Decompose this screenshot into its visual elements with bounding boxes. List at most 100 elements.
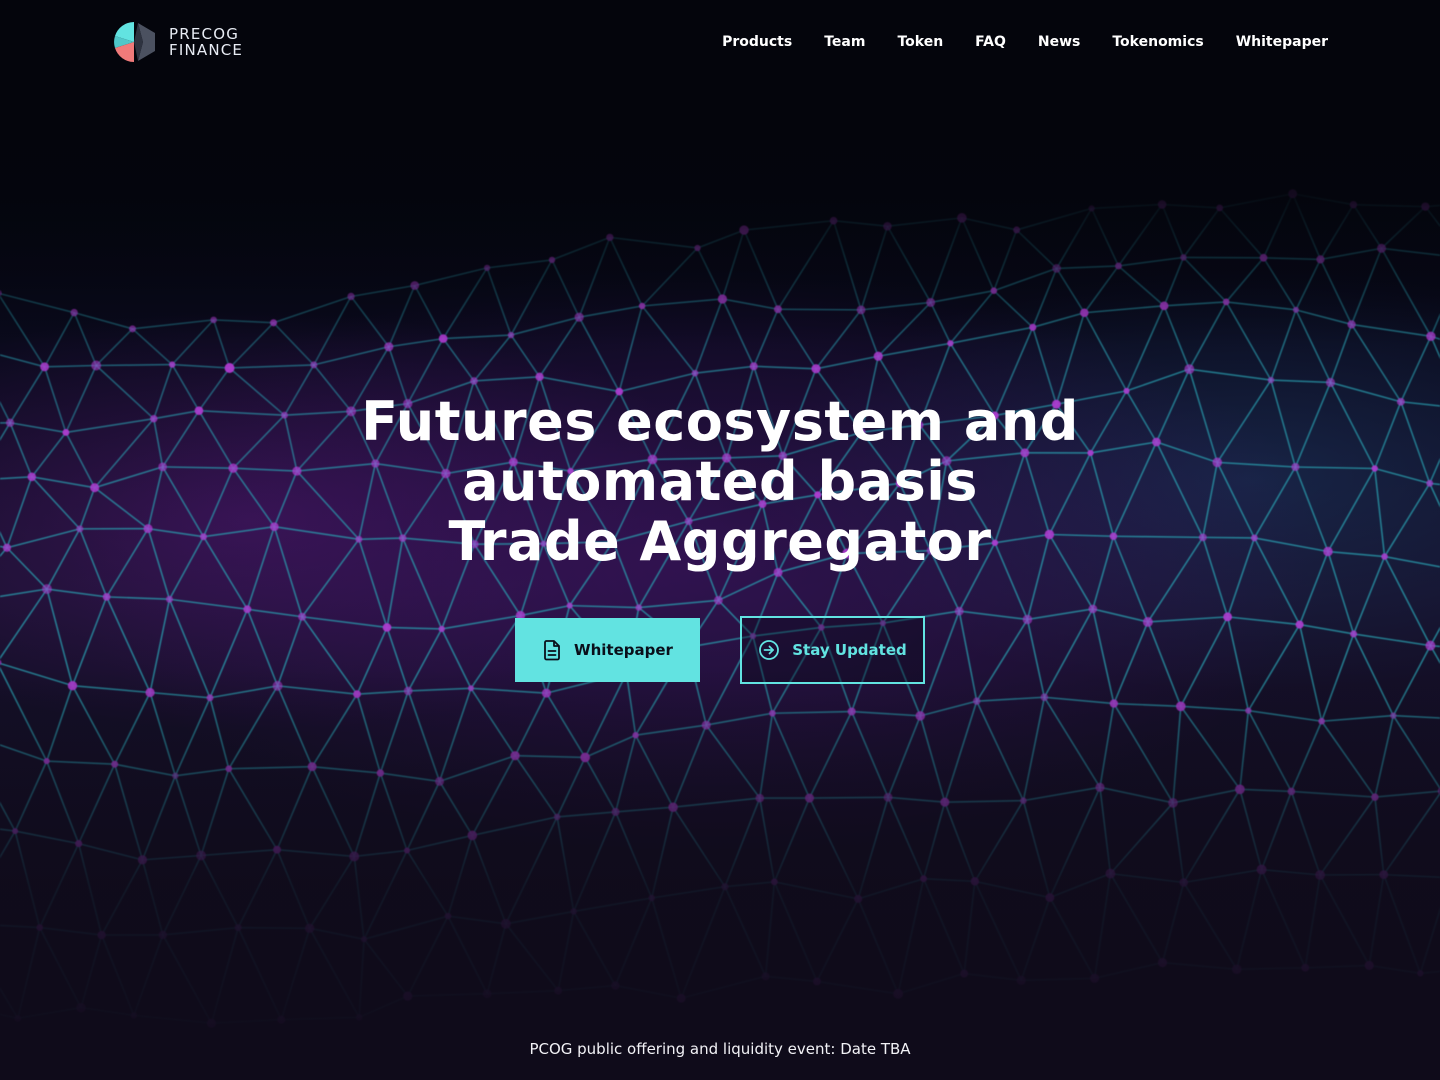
mesh-edge [569,604,639,609]
mesh-edge [1290,720,1323,792]
mesh-edge [379,772,408,851]
mesh-edge [887,217,962,227]
mesh-edge [272,322,315,366]
mesh-edge [1419,906,1440,974]
mesh-node [606,233,614,242]
nav-item-tokenomics: Tokenomics [1112,30,1203,54]
mesh-node [145,687,155,698]
mesh-edge [551,259,580,318]
nav-link-team[interactable]: Team [824,34,865,50]
mesh-edge [486,267,512,336]
mesh-node [1267,376,1275,384]
mesh-edge [1117,265,1165,307]
mesh-node [1231,964,1242,975]
document-icon [544,640,560,661]
mesh-edge [897,972,965,995]
mesh-edge [816,898,859,982]
mesh-node [1235,784,1245,795]
mesh-edge [815,355,879,370]
mesh-edge [313,345,389,366]
mesh-edge [1350,248,1383,325]
nav-link-whitepaper[interactable]: Whitepaper [1236,34,1328,50]
mesh-edge [1113,702,1181,708]
mesh-edge [1083,312,1128,392]
mesh-edge [520,604,570,617]
mesh-edge [1329,324,1353,383]
mesh-node [304,923,315,933]
mesh-edge [1374,790,1440,798]
mesh-node [1179,878,1189,887]
mesh-node [438,334,448,343]
mesh-edge [71,685,116,765]
mesh-node [410,281,420,290]
mesh-edge [1189,368,1272,381]
mesh-node [14,1014,22,1022]
whitepaper-button[interactable]: Whitepaper [515,618,700,682]
mesh-edge [721,229,745,300]
mesh-node [1040,693,1049,702]
mesh-node [749,362,758,371]
mesh-edge [407,992,488,997]
mesh-edge [210,927,239,1024]
mesh-edge [638,599,719,609]
nav-link-products[interactable]: Products [722,34,792,50]
mesh-node [1325,377,1336,388]
mesh-edge [14,760,48,832]
mesh-edge [1393,714,1440,719]
mesh-edge [142,854,202,861]
mesh-node [883,221,892,231]
mesh-node [206,694,214,702]
mesh-node [76,1002,86,1013]
mesh-edge [615,806,674,813]
mesh-edge [175,767,229,777]
mesh-node [1417,970,1424,977]
mesh-edge [200,768,230,856]
mesh-edge [1319,259,1353,325]
mesh-edge [174,697,211,777]
mesh-edge [777,308,862,311]
mesh-edge [887,715,922,798]
nav-link-token[interactable]: Token [897,34,943,50]
mesh-edge [860,301,931,311]
mesh-node [1159,301,1169,311]
mesh-node [739,225,749,235]
mesh-edge [388,337,444,348]
mesh-edge [308,927,360,1018]
whitepaper-button-label: Whitepaper [574,641,673,659]
mesh-node [483,264,491,272]
mesh-edge [311,693,358,768]
mesh-edge [573,897,652,913]
mesh-edge [1353,203,1426,208]
mesh-edge [618,305,643,392]
mesh-edge [510,334,541,378]
mesh-edge [724,881,775,888]
mesh-edge [0,1013,18,1020]
mesh-node [510,751,520,761]
mesh-edge [808,711,853,799]
mesh-edge [363,850,408,940]
mesh-edge [614,735,637,813]
mesh-edge [96,363,173,367]
mesh-node [847,707,856,716]
mesh-edge [1164,301,1227,307]
mesh-edge [1183,868,1262,884]
mesh-edge [46,760,115,766]
nav-link-news[interactable]: News [1038,34,1080,50]
brand-logo[interactable]: PRECOG FINANCE [112,20,243,64]
mesh-edge [131,328,173,366]
mesh-edge [1380,247,1432,337]
mesh-node [829,216,838,225]
mesh-edge [228,685,279,770]
mesh-node [36,924,44,931]
mesh-edge [558,984,616,992]
mesh-edge [505,923,559,992]
nav-link-tokenomics[interactable]: Tokenomics [1112,34,1203,50]
stay-updated-button[interactable]: Stay Updated [740,616,925,684]
mesh-edge [1321,714,1394,723]
mesh-edge [171,319,215,366]
mesh-node [12,828,19,835]
mesh-edge [73,312,97,366]
mesh-edge [1262,257,1297,311]
mesh-node [915,711,926,721]
nav-link-faq[interactable]: FAQ [975,34,1006,50]
